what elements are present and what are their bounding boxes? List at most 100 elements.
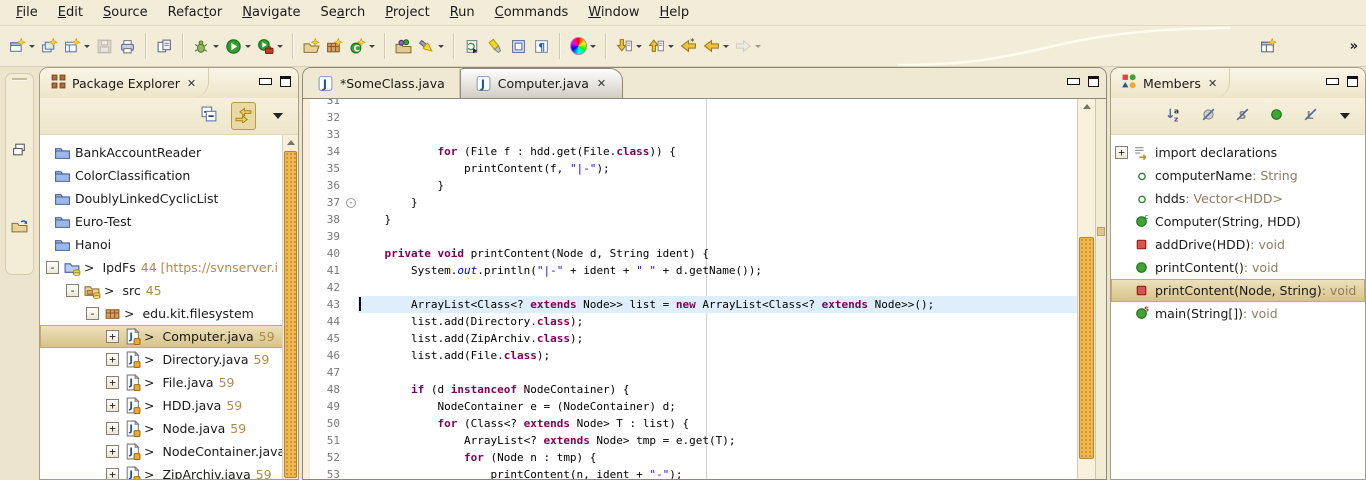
show-pilcrow-button[interactable]: ¶ <box>530 35 553 58</box>
minimize-icon[interactable] <box>1326 78 1339 85</box>
tree-item-hdd-java[interactable]: +J>HDD.java59 <box>40 394 298 417</box>
sort-button[interactable]: az <box>1162 102 1187 130</box>
scroll-up-icon[interactable] <box>283 135 298 149</box>
view-menu-button[interactable] <box>265 103 290 129</box>
last-edit-location-button[interactable]: * <box>677 35 700 58</box>
minimize-icon[interactable] <box>1067 78 1080 85</box>
show-public-button[interactable] <box>1264 102 1289 130</box>
scrollbar-thumb[interactable] <box>1079 237 1094 459</box>
member-item-printcontent-node-string-[interactable]: printContent(Node, String) : void <box>1111 279 1365 302</box>
expander-plus-icon[interactable]: + <box>106 399 119 412</box>
package-explorer-close-icon[interactable]: ✕ <box>185 77 198 90</box>
new-package-button[interactable] <box>323 35 346 58</box>
menu-source[interactable]: Source <box>93 2 158 23</box>
fastview-drag-handle[interactable] <box>12 78 27 81</box>
dropdown-arrow-icon[interactable] <box>84 45 90 48</box>
expander-plus-icon[interactable]: + <box>106 445 119 458</box>
new-view-button[interactable] <box>61 35 93 58</box>
dropdown-arrow-icon[interactable] <box>369 45 375 48</box>
tree-item-nodecontainer-java[interactable]: +J>NodeContainer.java59 <box>40 440 298 463</box>
hide-local-types-button[interactable]: L <box>1298 102 1323 130</box>
view-menu-button[interactable] <box>1332 103 1357 129</box>
menu-run[interactable]: Run <box>440 2 485 23</box>
maximize-icon[interactable] <box>1347 76 1358 87</box>
hide-static-button[interactable]: S <box>1230 102 1255 130</box>
tree-item-computer-java[interactable]: +J>Computer.java59 <box>40 325 298 348</box>
next-annotation-button[interactable] <box>613 35 645 58</box>
menu-navigate[interactable]: Navigate <box>232 2 310 23</box>
forward-button[interactable] <box>732 35 764 58</box>
toolbar-overflow-chevron[interactable]: » <box>1280 39 1366 54</box>
dropdown-arrow-icon[interactable] <box>636 45 642 48</box>
overview-ruler[interactable] <box>1095 99 1106 479</box>
editor-tab--someclass-java[interactable]: J*SomeClass.java <box>303 68 460 98</box>
occurrence-marker[interactable] <box>1097 227 1105 236</box>
dropdown-arrow-icon[interactable] <box>755 45 761 48</box>
save-all-button[interactable] <box>153 35 176 58</box>
tree-item-bankaccountreader[interactable]: BankAccountReader <box>40 141 298 164</box>
restore-view-button[interactable] <box>9 139 30 163</box>
package-explorer-scrollbar[interactable] <box>282 135 298 479</box>
open-resource-button[interactable] <box>392 35 415 58</box>
new-perspective-button[interactable] <box>1257 35 1280 58</box>
scrollbar-thumb[interactable] <box>284 151 297 478</box>
member-item-main-string-[interactable]: Smain(String[]) : void <box>1111 302 1365 325</box>
tree-item-directory-java[interactable]: +J>Directory.java59 <box>40 348 298 371</box>
print-button[interactable] <box>116 35 139 58</box>
run-task-button[interactable] <box>461 35 484 58</box>
link-with-editor-button[interactable] <box>231 102 256 130</box>
tree-item-ziparchiv-java[interactable]: +J>ZipArchiv.java59 <box>40 463 298 479</box>
maximize-icon[interactable] <box>280 76 291 87</box>
run-button[interactable] <box>222 35 254 58</box>
dropdown-arrow-icon[interactable] <box>668 45 674 48</box>
tree-item-node-java[interactable]: +J>Node.java59 <box>40 417 298 440</box>
open-fastview-button[interactable] <box>9 215 30 239</box>
back-button[interactable] <box>700 35 732 58</box>
highlighter-button[interactable] <box>484 35 507 58</box>
tree-item-hanoi[interactable]: Hanoi <box>40 233 298 256</box>
new-window-button[interactable] <box>38 35 61 58</box>
dropdown-arrow-icon[interactable] <box>245 45 251 48</box>
menu-commands[interactable]: Commands <box>485 2 579 23</box>
expander-plus-icon[interactable]: + <box>1115 146 1128 159</box>
dropdown-arrow-icon[interactable] <box>590 45 596 48</box>
expander-minus-icon[interactable]: - <box>66 284 79 297</box>
tree-item-file-java[interactable]: +J>File.java59 <box>40 371 298 394</box>
package-explorer-tab[interactable]: Package Explorer ✕ <box>40 68 209 98</box>
tree-item-doublylinkedcycliclist[interactable]: DoublyLinkedCyclicList <box>40 187 298 210</box>
new-class-button[interactable]: C <box>346 35 378 58</box>
new-java-project-button[interactable] <box>300 35 323 58</box>
new-wizard-button[interactable] <box>6 35 38 58</box>
member-item-adddrive-hdd-[interactable]: addDrive(HDD) : void <box>1111 233 1365 256</box>
tree-item-ipdfs[interactable]: ->IpdFs44 [https://svnserver.i <box>40 256 298 279</box>
member-item-hdds[interactable]: hdds : Vector<HDD> <box>1111 187 1365 210</box>
save-button[interactable] <box>93 35 116 58</box>
collapse-fold-icon[interactable]: - <box>346 198 356 208</box>
members-tab[interactable]: Members ✕ <box>1111 68 1230 98</box>
tree-item-colorclassification[interactable]: ColorClassification <box>40 164 298 187</box>
debug-button[interactable] <box>190 35 222 58</box>
menu-window[interactable]: Window <box>578 2 649 23</box>
menu-search[interactable]: Search <box>311 2 376 23</box>
expander-minus-icon[interactable]: - <box>86 307 99 320</box>
menu-project[interactable]: Project <box>375 2 440 23</box>
dropdown-arrow-icon[interactable] <box>29 45 35 48</box>
color-wheel-button[interactable] <box>567 35 599 58</box>
menu-edit[interactable]: Edit <box>48 2 93 23</box>
dropdown-arrow-icon[interactable] <box>213 45 219 48</box>
editor-scrollbar[interactable] <box>1077 99 1095 479</box>
dropdown-arrow-icon[interactable] <box>277 45 283 48</box>
menu-help[interactable]: Help <box>650 2 700 23</box>
code-viewport[interactable]: for (File f : hdd.get(File.class)) { pri… <box>358 99 1077 479</box>
member-item-import-declarations[interactable]: +import declarations <box>1111 141 1365 164</box>
maximize-icon[interactable] <box>1088 76 1099 87</box>
tab-close-icon[interactable]: ✕ <box>595 77 608 90</box>
dropdown-arrow-icon[interactable] <box>438 45 444 48</box>
scroll-up-icon[interactable] <box>1078 99 1095 113</box>
expander-plus-icon[interactable]: + <box>106 330 119 343</box>
member-item-computer-string-hdd-[interactable]: cComputer(String, HDD) <box>1111 210 1365 233</box>
menu-file[interactable]: File <box>6 2 48 23</box>
expander-plus-icon[interactable]: + <box>106 376 119 389</box>
collapse-all-button[interactable] <box>197 102 222 130</box>
minimize-icon[interactable] <box>259 78 272 85</box>
